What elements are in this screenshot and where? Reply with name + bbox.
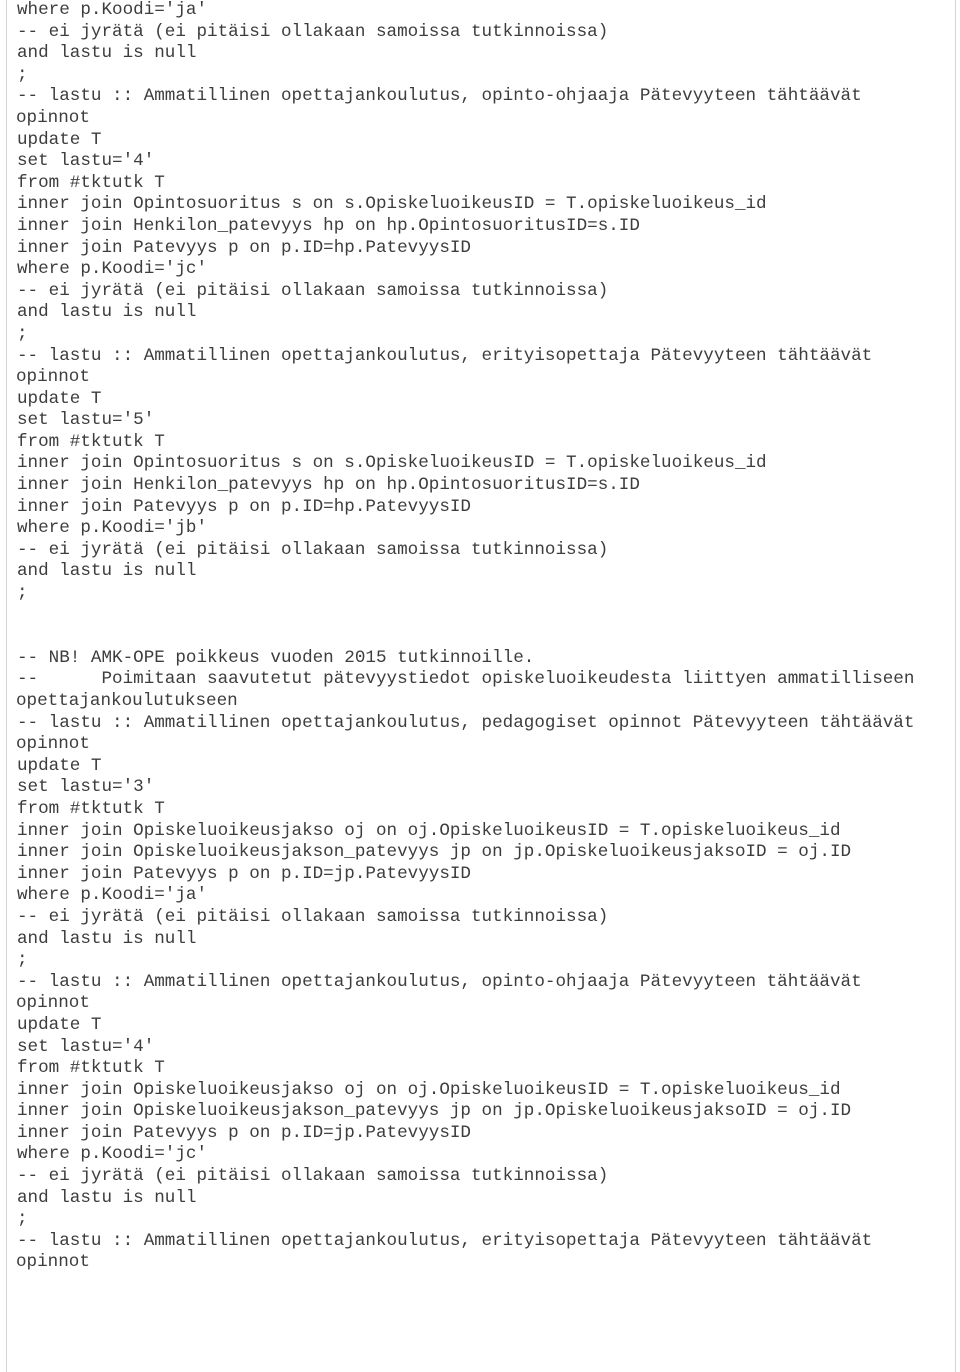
code-line: -- NB! AMK-OPE poikkeus vuoden 2015 tutk…	[17, 647, 535, 668]
code-line: and lastu is null	[17, 43, 197, 64]
code-line: where p.Koodi='ja'	[17, 885, 208, 906]
code-line: opettajankoulutukseen	[16, 691, 238, 711]
code-line: -- lastu :: Ammatillinen opettajankoulut…	[17, 1230, 873, 1251]
code-line: ;	[17, 950, 28, 971]
code-line: -- lastu :: Ammatillinen opettajankoulut…	[17, 971, 862, 992]
code-line: -- ei jyrätä (ei pitäisi ollakaan samois…	[17, 539, 609, 560]
code-line: ;	[17, 583, 28, 604]
code-line: where p.Koodi='ja'	[17, 0, 208, 20]
code-line: and lastu is null	[17, 1187, 197, 1208]
code-line: opinnot	[16, 1252, 90, 1273]
code-line: update T	[17, 388, 102, 409]
code-line: update T	[17, 129, 102, 150]
code-line: from #tktutk T	[17, 172, 165, 193]
sql-code-block[interactable]: where p.Koodi='ja' -- ei jyrätä (ei pitäi…	[0, 0, 960, 1274]
document-page: where p.Koodi='ja' -- ei jyrätä (ei pitäi…	[0, 0, 960, 1372]
code-line: inner join Opiskeluoikeusjakso oj on oj.…	[17, 1079, 841, 1100]
code-line: inner join Patevyys p on p.ID=hp.Patevyy…	[17, 237, 471, 258]
code-line: from #tktutk T	[17, 431, 165, 452]
code-line: -- Poimitaan saavutetut pätevyystiedot o…	[17, 669, 915, 690]
code-line: inner join Patevyys p on p.ID=jp.Patevyy…	[17, 1122, 471, 1143]
code-line: inner join Opiskeluoikeusjakson_patevyys…	[17, 842, 852, 863]
code-line: ;	[17, 323, 28, 344]
code-line: -- lastu :: Ammatillinen opettajankoulut…	[17, 86, 862, 107]
code-line: where p.Koodi='jc'	[17, 1144, 208, 1165]
code-line: update T	[17, 1014, 102, 1035]
code-line: set lastu='4'	[17, 1036, 155, 1057]
code-line: ;	[17, 1209, 28, 1230]
code-line: -- ei jyrätä (ei pitäisi ollakaan samois…	[17, 1166, 609, 1187]
code-line: set lastu='4'	[17, 151, 155, 172]
code-line: and lastu is null	[17, 302, 197, 323]
code-line: inner join Opiskeluoikeusjakso oj on oj.…	[17, 820, 841, 841]
code-line: set lastu='5'	[17, 410, 155, 431]
code-line: opinnot	[16, 993, 90, 1014]
code-line: inner join Patevyys p on p.ID=hp.Patevyy…	[17, 496, 471, 517]
code-line: and lastu is null	[17, 561, 197, 582]
code-line: where p.Koodi='jb'	[17, 518, 208, 539]
code-line: -- lastu :: Ammatillinen opettajankoulut…	[17, 345, 873, 366]
code-line: opinnot	[16, 367, 90, 388]
code-line: where p.Koodi='jc'	[17, 259, 208, 280]
code-line: from #tktutk T	[17, 798, 165, 819]
code-line: inner join Patevyys p on p.ID=jp.Patevyy…	[17, 863, 471, 884]
code-line: inner join Opintosuoritus s on s.Opiskel…	[17, 453, 767, 474]
code-line: -- lastu :: Ammatillinen opettajankoulut…	[17, 712, 915, 733]
code-line: ;	[17, 64, 28, 85]
code-line: from #tktutk T	[17, 1058, 165, 1079]
code-line: inner join Opintosuoritus s on s.Opiskel…	[17, 194, 767, 215]
code-line: -- ei jyrätä (ei pitäisi ollakaan samois…	[17, 280, 609, 301]
code-line: opinnot	[16, 734, 90, 755]
code-line: inner join Henkilon_patevyys hp on hp.Op…	[17, 475, 640, 496]
code-line: opinnot	[16, 107, 90, 128]
code-line: -- ei jyrätä (ei pitäisi ollakaan samois…	[17, 906, 609, 927]
code-line: and lastu is null	[17, 928, 197, 949]
code-line: set lastu='3'	[17, 777, 155, 798]
code-line: update T	[17, 755, 102, 776]
code-line: inner join Henkilon_patevyys hp on hp.Op…	[17, 215, 640, 236]
code-line: inner join Opiskeluoikeusjakson_patevyys…	[17, 1101, 852, 1122]
code-line: -- ei jyrätä (ei pitäisi ollakaan samois…	[17, 21, 609, 42]
